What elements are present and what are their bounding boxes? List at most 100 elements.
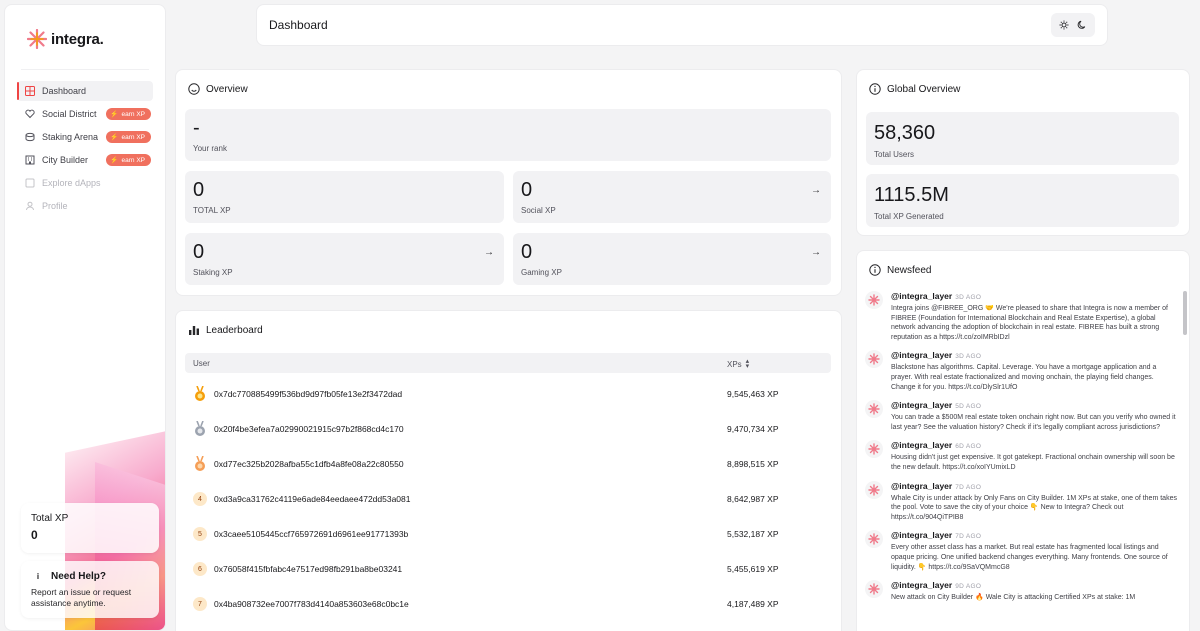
feed-item[interactable]: @integra_layer 6D AGO Housing didn't just…: [865, 440, 1177, 472]
stat-label: Staking XP: [193, 268, 233, 277]
feed-item[interactable]: @integra_layer 7D AGO Whale City is under…: [865, 480, 1177, 523]
table-header: User XPs ▴ ▾: [185, 353, 831, 373]
stat-label: Gaming XP: [521, 268, 562, 277]
arrow-right-icon[interactable]: →: [811, 185, 821, 196]
bolt-icon: ⚡: [110, 111, 119, 118]
user-icon: [25, 201, 35, 211]
sort-icon[interactable]: ▴ ▾: [746, 358, 750, 370]
column-header-xps[interactable]: XPs ▴ ▾: [727, 358, 750, 370]
user-xp: 8,898,515 XP: [727, 459, 779, 469]
global-overview-panel: Global Overview 58,360 Total Users 1115.…: [856, 69, 1190, 236]
help-title: Need Help?: [51, 570, 107, 582]
stat-value: 1115.5M: [874, 184, 949, 206]
sidebar-item-explore-dapps[interactable]: Explore dApps: [17, 173, 153, 193]
sidebar-item-label: City Builder: [42, 155, 89, 165]
smile-icon: [188, 83, 200, 95]
info-icon: [869, 83, 881, 95]
gaming-xp-stat[interactable]: 0 Gaming XP →: [513, 233, 831, 285]
total-xp-generated-stat: 1115.5M Total XP Generated: [866, 174, 1179, 227]
feed-item[interactable]: @integra_layer 3D AGO Blackstone has algo…: [865, 350, 1177, 392]
stat-value: 0: [521, 241, 533, 263]
user-address: 0x7dc770885499f536bd9d97fb05fe13e2f3472d…: [214, 389, 403, 399]
table-row[interactable]: 0xd77ec325b2028afba55c1dfb4a8fe08a22c805…: [185, 449, 831, 479]
logo[interactable]: integra.: [26, 28, 104, 50]
staking-xp-stat[interactable]: 0 Staking XP →: [185, 233, 504, 285]
table-row[interactable]: 7 0x4ba908732ee7007f783d4140a853603e68c0…: [185, 589, 831, 619]
sidebar-item-staking-arena[interactable]: Staking Arena ⚡ earn XP: [17, 127, 153, 147]
rank-badge: 7: [193, 597, 207, 611]
sidebar-item-label: Social District: [42, 109, 97, 119]
feed-item[interactable]: @integra_layer 9D AGO New attack on City …: [865, 580, 1177, 603]
sun-icon[interactable]: [1057, 18, 1071, 32]
arrow-right-icon[interactable]: →: [811, 247, 821, 258]
stat-value: 58,360: [874, 122, 936, 144]
feed-time: 7D AGO: [955, 533, 982, 541]
newsfeed-list[interactable]: @integra_layer 3D AGO Integra joins @FIBR…: [865, 291, 1177, 631]
feed-item[interactable]: @integra_layer 5D AGO You can trade a $50…: [865, 400, 1177, 432]
sidebar-item-label: Staking Arena: [42, 132, 99, 142]
feed-text: Housing didn't just get expensive. It go…: [891, 454, 1175, 471]
feed-time: 5D AGO: [955, 403, 982, 411]
feed-text: You can trade a $500M real estate token …: [891, 414, 1176, 431]
sidebar-item-profile[interactable]: Profile: [17, 196, 153, 216]
earn-xp-badge: ⚡ earn XP: [106, 154, 151, 166]
table-row[interactable]: 6 0x76058f415fbfabc4e7517ed98fb291ba8be0…: [185, 554, 831, 584]
sidebar-item-city-builder[interactable]: City Builder ⚡ earn XP: [17, 150, 153, 170]
user-xp: 5,532,187 XP: [727, 529, 779, 539]
top-header: Dashboard: [256, 4, 1108, 46]
bar-chart-icon: [188, 324, 200, 336]
leaderboard-header: Leaderboard: [188, 324, 263, 336]
feed-time: 3D AGO: [955, 353, 982, 361]
rank-label: Your rank: [193, 144, 227, 153]
table-row[interactable]: 4 0xd3a9ca31762c4119e6ade84eedaee472dd53…: [185, 484, 831, 514]
theme-toggle[interactable]: [1051, 13, 1095, 37]
social-xp-stat[interactable]: 0 Social XP →: [513, 171, 831, 223]
earn-xp-badge: ⚡ earn XP: [106, 108, 151, 120]
table-row[interactable]: 5 0x3caee5105445ccf765972691d6961ee91771…: [185, 519, 831, 549]
sidebar-item-dashboard[interactable]: Dashboard: [17, 81, 153, 101]
user-address: 0x20f4be3efea7a02990021915c97b2f868cd4c1…: [214, 424, 404, 434]
feed-item[interactable]: @integra_layer 3D AGO Integra joins @FIBR…: [865, 291, 1177, 342]
feed-user[interactable]: @integra_layer: [891, 580, 952, 590]
feed-user[interactable]: @integra_layer: [891, 400, 952, 410]
user-xp: 5,455,619 XP: [727, 564, 779, 574]
help-text: Report an issue or request assistance an…: [31, 587, 132, 608]
feed-text: Integra joins @FIBREE_ORG 🤝 We're please…: [891, 305, 1168, 341]
apps-icon: [25, 178, 35, 188]
info-icon: [869, 264, 881, 276]
feed-text: New attack on City Builder 🔥 Wale City i…: [891, 594, 1136, 602]
table-row[interactable]: 0x20f4be3efea7a02990021915c97b2f868cd4c1…: [185, 414, 831, 444]
overview-header: Overview: [188, 83, 248, 95]
total-xp-stat: 0 TOTAL XP: [185, 171, 504, 223]
stat-label: Total Users: [874, 150, 915, 159]
rank-badge: 5: [193, 527, 207, 541]
scrollbar[interactable]: [1183, 291, 1187, 335]
sidebar-item-label: Dashboard: [42, 86, 87, 96]
newsfeed-title: Newsfeed: [887, 264, 932, 276]
sidebar-item-social-district[interactable]: Social District ⚡ earn XP: [17, 104, 153, 124]
user-xp: 8,642,987 XP: [727, 494, 779, 504]
help-card[interactable]: i Need Help? Report an issue or request …: [21, 561, 159, 618]
user-xp: 9,545,463 XP: [727, 389, 779, 399]
moon-icon[interactable]: [1075, 18, 1089, 32]
sidebar: integra. Dashboard Social District ⚡ earn…: [4, 4, 166, 631]
feed-user[interactable]: @integra_layer: [891, 291, 952, 301]
feed-user[interactable]: @integra_layer: [891, 440, 952, 450]
rank-value: -: [193, 117, 200, 139]
global-overview-title: Global Overview: [887, 83, 961, 95]
total-xp-value: 0: [31, 528, 38, 542]
stat-value: 0: [521, 179, 533, 201]
integra-avatar-icon: [865, 400, 883, 419]
feed-user[interactable]: @integra_layer: [891, 350, 952, 360]
total-users-stat: 58,360 Total Users: [866, 112, 1179, 165]
table-row[interactable]: 0x7dc770885499f536bd9d97fb05fe13e2f3472d…: [185, 379, 831, 409]
user-xp: 9,470,734 XP: [727, 424, 779, 434]
arrow-right-icon[interactable]: →: [484, 247, 494, 258]
integra-avatar-icon: [865, 350, 883, 369]
leaderboard-panel: Leaderboard User XPs ▴ ▾ 0x7dc770885499f5…: [175, 310, 842, 631]
feed-user[interactable]: @integra_layer: [891, 481, 952, 491]
feed-text: Blackstone has algorithms. Capital. Leve…: [891, 364, 1157, 391]
feed-item[interactable]: @integra_layer 7D AGO Every other asset c…: [865, 530, 1177, 572]
feed-user[interactable]: @integra_layer: [891, 530, 952, 540]
logo-text: integra.: [51, 30, 104, 48]
